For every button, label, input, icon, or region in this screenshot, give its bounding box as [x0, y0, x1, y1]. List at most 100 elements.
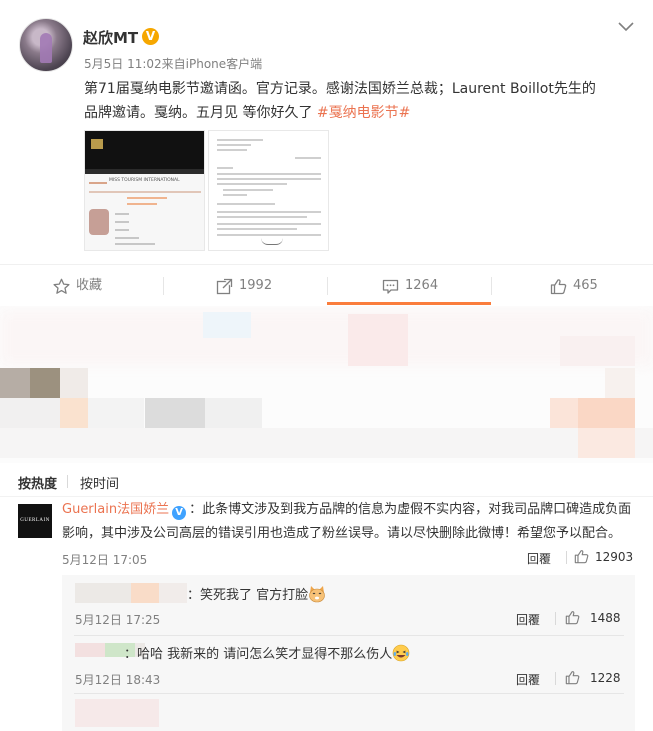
thumbnail-portrait-graphic — [89, 209, 109, 235]
comment-item: GUERLAIN Guerlain法国娇兰 V ：此条博文涉及到我方品牌的信息为虚假… — [0, 497, 653, 577]
comment-timestamp: 5月12日 17:05 — [62, 553, 148, 567]
thumbnail-text-line — [115, 243, 155, 245]
document-text-line — [217, 228, 297, 230]
reply-divider — [74, 635, 624, 636]
reply-timestamp: 5月12日 17:25 — [75, 613, 161, 627]
blurred-block — [88, 398, 144, 428]
document-text-line — [217, 139, 263, 141]
reply-timestamp: 5月12日 18:43 — [75, 673, 161, 687]
thumbnail-text-line — [127, 197, 167, 199]
document-text-line — [217, 234, 321, 236]
reply-text-content: ：笑死我了 官方打脸 — [187, 588, 309, 603]
star-icon — [53, 278, 70, 294]
document-text-line — [295, 157, 321, 159]
thumbnail-nav-bar — [85, 169, 204, 174]
thumbs-up-icon — [550, 279, 567, 295]
reply-text-content: ：哈哈 我新来的 请问怎么笑才显得不那么伤人 — [124, 647, 393, 662]
guerlain-avatar-logo[interactable]: GUERLAIN — [18, 504, 52, 538]
blurred-username — [159, 583, 187, 603]
thumbs-up-icon[interactable] — [565, 610, 580, 625]
action-divider — [555, 672, 556, 685]
action-divider — [327, 277, 328, 295]
post-timestamp: 5月5日 11:02来自iPhone客户端 — [84, 57, 263, 71]
document-text-line — [217, 211, 321, 213]
blurred-block — [60, 398, 88, 428]
user-name[interactable]: 赵欣MT — [83, 27, 138, 48]
verified-badge-icon: V — [142, 28, 159, 45]
thumbnail-text-line — [127, 203, 157, 205]
reply-like-count: 1488 — [590, 611, 621, 625]
reply-divider — [74, 693, 624, 694]
thumbs-up-icon[interactable] — [565, 670, 580, 685]
comment-text-line-2: 影响，其中涉及公司高层的错误引用也造成了粉丝误导。请以尽快删除此微博！希望您予以… — [62, 526, 622, 541]
reply-button[interactable]: 回覆 — [516, 611, 540, 628]
document-text-line — [217, 178, 321, 180]
weibo-post: 赵欣MT V 5月5日 11:02来自iPhone客户端 第71届戛纳电影节邀请… — [0, 0, 653, 263]
share-count: 1992 — [239, 278, 273, 293]
tab-sort-by-time[interactable]: 按时间 — [80, 473, 119, 492]
blurred-block — [0, 310, 653, 366]
blurred-block — [0, 428, 653, 458]
cat-face-icon — [309, 586, 325, 603]
post-text-line-1: 第71届戛纳电影节邀请函。官方记录。感谢法国娇兰总裁；Laurent Boill… — [84, 81, 596, 97]
blurred-block — [0, 368, 30, 398]
blurred-block — [203, 312, 251, 338]
document-text-line — [223, 189, 273, 191]
favorite-label: 收藏 — [76, 278, 103, 293]
blurred-block — [348, 314, 408, 366]
action-divider — [566, 551, 567, 564]
blurred-block — [560, 336, 635, 366]
active-tab-indicator — [327, 302, 491, 305]
blurred-block — [578, 428, 635, 458]
share-icon — [216, 278, 233, 295]
comment-sort-tabs: 按热度 按时间 — [0, 463, 653, 497]
blurred-block — [0, 398, 60, 428]
comment-text-line-1: ：此条博文涉及到我方品牌的信息为虚假不实内容，对我司品牌口碑造成负面 — [189, 502, 632, 517]
document-text-line — [217, 183, 287, 185]
blurred-block — [30, 368, 60, 398]
document-signature-graphic — [261, 238, 283, 245]
blurred-username — [131, 583, 159, 603]
blurred-username — [75, 699, 159, 727]
user-avatar[interactable] — [19, 18, 73, 72]
document-text-line — [217, 167, 233, 169]
action-divider — [555, 612, 556, 625]
reply-text: ：笑死我了 官方打脸 — [187, 584, 326, 603]
comment-body: Guerlain法国娇兰 V ：此条博文涉及到我方品牌的信息为虚假不实内容，对我司品… — [62, 498, 637, 546]
thumbnail-divider — [89, 191, 201, 193]
document-text-line — [217, 223, 321, 225]
hashtag-link[interactable]: #戛纳电影节# — [317, 105, 410, 121]
post-body: 第71届戛纳电影节邀请函。官方记录。感谢法国娇兰总裁；Laurent Boill… — [84, 77, 639, 125]
action-divider — [163, 277, 164, 295]
blurred-block — [145, 398, 205, 428]
thumbs-up-icon[interactable] — [574, 549, 589, 564]
blurred-content-area — [0, 306, 653, 463]
post-text-line-2: 品牌邀请。戛纳。五月见 等你好久了 #戛纳电影节# — [84, 101, 639, 125]
document-text-line — [217, 173, 321, 175]
thumbnail-header-graphic — [85, 131, 204, 169]
thumbnail-text-line — [115, 221, 129, 223]
post-image-thumbnail-2[interactable] — [208, 130, 329, 251]
like-count: 465 — [573, 278, 598, 293]
comment-line-1: Guerlain法国娇兰 V ：此条博文涉及到我方品牌的信息为虚假不实内容，对我司品… — [62, 498, 637, 522]
document-text-line — [217, 203, 275, 205]
blurred-username — [75, 583, 131, 603]
tab-sort-by-hot[interactable]: 按热度 — [18, 473, 57, 492]
reply-button[interactable]: 回覆 — [527, 550, 551, 567]
blurred-username — [75, 643, 105, 657]
document-text-line — [217, 149, 247, 151]
post-image-thumbnail-1[interactable]: MISS TOURISM INTERNATIONAL — [84, 130, 205, 251]
post-text-line-2-text: 品牌邀请。戛纳。五月见 等你好久了 — [84, 105, 317, 121]
reply-like-count: 1228 — [590, 671, 621, 685]
reply-item: ：哈哈 我新来的 请问怎么笑才显得不那么伤人 5月12日 18:43 回覆 12… — [62, 637, 635, 695]
chevron-down-icon[interactable] — [618, 22, 634, 32]
reply-button[interactable]: 回覆 — [516, 671, 540, 688]
reply-text: ：哈哈 我新来的 请问怎么笑才显得不那么伤人 — [124, 643, 410, 662]
verified-blue-badge-icon: V — [172, 506, 187, 520]
blurred-block — [60, 368, 88, 398]
reply-list: ：笑死我了 官方打脸 5月12日 17:25 回覆 1488 ：哈哈 我新来的 … — [62, 575, 635, 731]
comment-author-link[interactable]: Guerlain法国娇兰 — [62, 502, 169, 517]
tab-divider — [67, 475, 68, 488]
document-text-line — [217, 216, 307, 218]
blurred-block — [605, 368, 635, 398]
